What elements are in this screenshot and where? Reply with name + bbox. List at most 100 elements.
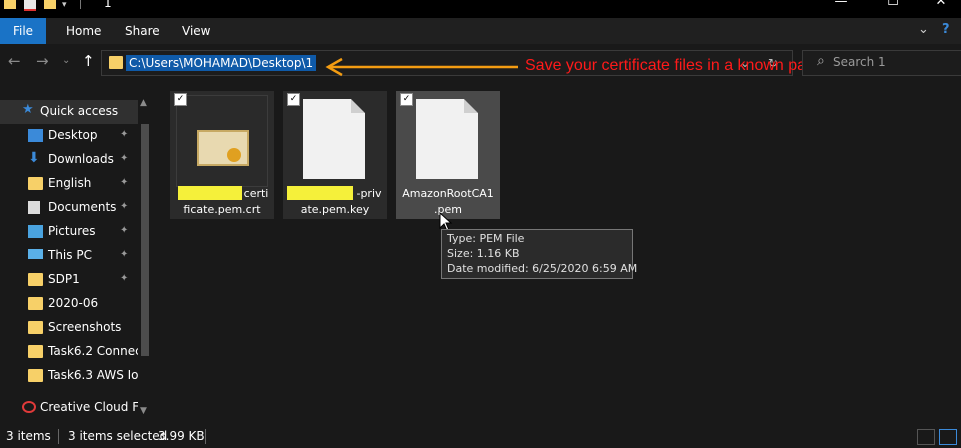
- item-count: 3 items: [6, 429, 51, 443]
- back-button[interactable]: ←: [8, 52, 21, 70]
- folder-icon: [28, 297, 43, 310]
- tab-home[interactable]: Home: [66, 18, 101, 44]
- pin-icon: ✦: [120, 129, 129, 140]
- sidebar-item-documents[interactable]: Documents ✦: [0, 196, 138, 220]
- sidebar-item-task6-3[interactable]: Task6.3 AWS IoT: [0, 364, 146, 388]
- tooltip-date-modified: Date modified: 6/25/2020 6:59 AM: [447, 262, 638, 275]
- properties-icon[interactable]: [24, 0, 36, 11]
- navigation-pane: ★ Quick access Desktop ✦ ⬇ Downloads ✦ E…: [0, 96, 152, 426]
- tab-view[interactable]: View: [182, 18, 210, 44]
- computer-icon: [28, 249, 43, 259]
- file-tile-certificate[interactable]: ✓ certi ficate.pem.crt: [170, 91, 274, 219]
- sidebar-item-downloads[interactable]: ⬇ Downloads ✦: [0, 148, 138, 172]
- scroll-up-icon[interactable]: ▲: [140, 98, 147, 108]
- separator: [58, 429, 59, 444]
- folder-icon: [28, 345, 43, 358]
- annotation-arrow: [325, 57, 518, 77]
- pin-icon: ✦: [120, 249, 129, 260]
- scroll-down-icon[interactable]: ▼: [140, 406, 147, 416]
- sidebar-item-english[interactable]: English ✦: [0, 172, 138, 196]
- customize-quick-access-icon[interactable]: ▾: [62, 0, 72, 10]
- file-tile-amazon-root-ca[interactable]: ✓ AmazonRootCA1 .pem: [396, 91, 500, 219]
- file-icon: [303, 99, 365, 179]
- folder-icon: [28, 369, 43, 382]
- sidebar-item-label: 2020-06: [48, 296, 99, 310]
- file-tile-private-key[interactable]: ✓ -priv ate.pem.key: [283, 91, 387, 219]
- sidebar-item-label: This PC: [48, 248, 92, 262]
- sidebar-item-2020-06[interactable]: 2020-06: [0, 292, 138, 316]
- seal-icon: [227, 148, 241, 162]
- sidebar-item-screenshots[interactable]: Screenshots: [0, 316, 138, 340]
- file-icon: [416, 99, 478, 179]
- close-button[interactable]: ✕: [918, 0, 961, 16]
- file-checkbox[interactable]: ✓: [174, 93, 187, 106]
- sidebar-item-desktop[interactable]: Desktop ✦: [0, 124, 138, 148]
- sidebar-item-label: Task6.2 Connect: [48, 344, 147, 358]
- sidebar-item-label: Quick access: [40, 104, 119, 118]
- status-bar: 3 items 3 items selected 3.99 KB: [0, 426, 961, 448]
- creative-cloud-icon: [22, 401, 36, 413]
- large-icons-view-button[interactable]: [939, 429, 957, 445]
- title-bar: ▾ 1 — ☐ ✕: [0, 0, 961, 18]
- sidebar-item-label: Screenshots: [48, 320, 122, 334]
- sidebar-item-label: Creative Cloud Fil: [40, 400, 145, 414]
- ribbon: File Home Share View ⌄ ?: [0, 18, 961, 44]
- details-view-button[interactable]: [917, 429, 935, 445]
- pin-icon: ✦: [120, 153, 129, 164]
- selected-size: 3.99 KB: [158, 429, 205, 443]
- certificate-thumbnail: [176, 95, 268, 187]
- search-icon: ⌕: [817, 53, 825, 69]
- tab-file[interactable]: File: [0, 18, 46, 44]
- sidebar-item-task6-2[interactable]: Task6.2 Connect: [0, 340, 146, 364]
- folder-icon: [4, 0, 16, 9]
- sidebar-item-creative-cloud[interactable]: Creative Cloud Fil: [0, 396, 145, 420]
- sidebar-item-label: Task6.3 AWS IoT: [48, 368, 146, 382]
- window-title: 1: [104, 0, 112, 10]
- maximize-button[interactable]: ☐: [870, 0, 916, 16]
- search-input[interactable]: ⌕ Search 1: [802, 50, 961, 76]
- file-name-line1: AmazonRootCA1: [402, 187, 494, 200]
- pin-icon: ✦: [120, 201, 129, 212]
- folder-icon: [28, 177, 43, 190]
- recent-locations-button[interactable]: ⌄: [62, 55, 70, 66]
- sidebar-item-pictures[interactable]: Pictures ✦: [0, 220, 138, 244]
- help-icon[interactable]: ?: [942, 22, 950, 37]
- pictures-icon: [28, 225, 43, 238]
- minimize-button[interactable]: —: [818, 0, 864, 16]
- address-bar-row: ← → ⌄ ↑ C:\Users\MOHAMAD\Desktop\1 ⌄ ↻ S…: [0, 44, 961, 82]
- separator: [205, 429, 206, 444]
- new-folder-icon[interactable]: [44, 0, 56, 9]
- sidebar-item-label: Desktop: [48, 128, 98, 142]
- ribbon-expand-icon[interactable]: ⌄: [918, 22, 929, 37]
- search-placeholder: Search 1: [833, 55, 886, 69]
- folder-icon: [28, 273, 43, 286]
- desktop-icon: [28, 129, 43, 142]
- folder-icon: [109, 56, 123, 69]
- sidebar-item-sdp1[interactable]: SDP1 ✦: [0, 268, 138, 292]
- documents-icon: [28, 201, 40, 214]
- up-button[interactable]: ↑: [82, 52, 95, 70]
- certificate-icon: [197, 130, 249, 166]
- tab-share[interactable]: Share: [125, 18, 160, 44]
- sidebar-item-label: SDP1: [48, 272, 80, 286]
- file-name-line2: ate.pem.key: [300, 203, 370, 216]
- sidebar-item-label: Documents: [48, 200, 117, 214]
- file-name-line2: ficate.pem.crt: [183, 203, 261, 216]
- sidebar-scrollbar[interactable]: ▲ ▼: [138, 96, 152, 426]
- selected-count: 3 items selected: [68, 429, 168, 443]
- separator: [80, 0, 81, 9]
- address-path[interactable]: C:\Users\MOHAMAD\Desktop\1: [126, 55, 317, 71]
- forward-button[interactable]: →: [36, 52, 49, 70]
- sidebar-item-this-pc[interactable]: This PC ✦: [0, 244, 138, 268]
- sidebar-item-label: Pictures: [48, 224, 96, 238]
- tooltip-type: Type: PEM File: [447, 232, 525, 245]
- download-icon: ⬇: [28, 150, 40, 166]
- scrollbar-thumb[interactable]: [141, 124, 149, 356]
- file-checkbox[interactable]: ✓: [287, 93, 300, 106]
- tooltip-size: Size: 1.16 KB: [447, 247, 520, 260]
- sidebar-item-label: English: [48, 176, 92, 190]
- pin-icon: ✦: [120, 273, 129, 284]
- pin-icon: ✦: [120, 177, 129, 188]
- sidebar-item-quick-access[interactable]: ★ Quick access: [0, 100, 138, 124]
- file-checkbox[interactable]: ✓: [400, 93, 413, 106]
